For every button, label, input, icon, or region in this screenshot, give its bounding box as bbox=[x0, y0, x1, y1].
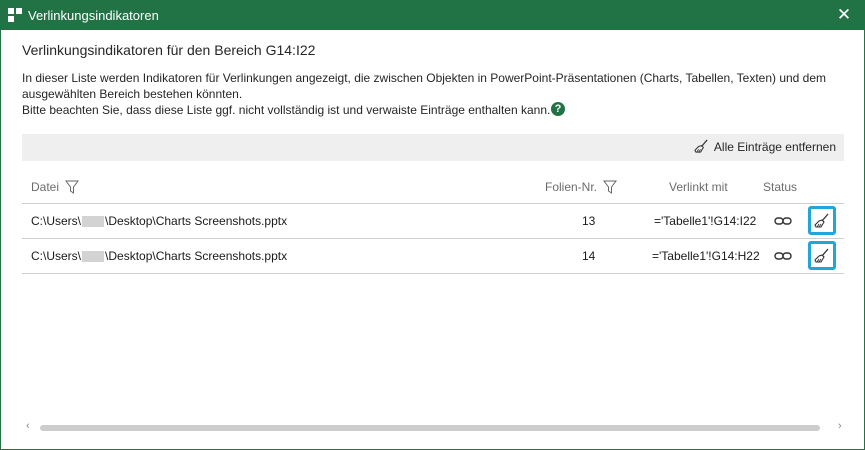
description-line-2: ausgewählten Bereich bestehen könnten. bbox=[22, 87, 243, 101]
scrollbar-thumb[interactable] bbox=[40, 425, 820, 431]
redacted-username bbox=[82, 216, 105, 228]
broom-icon bbox=[814, 248, 829, 263]
horizontal-scrollbar[interactable]: ‹ › bbox=[22, 420, 844, 434]
delete-entry-button[interactable] bbox=[808, 206, 836, 235]
path-suffix: \Desktop\Charts Screenshots.pptx bbox=[105, 249, 288, 263]
column-label-status: Status bbox=[763, 180, 798, 194]
redacted-username bbox=[82, 251, 105, 263]
toolbar: Alle Einträge entfernen bbox=[22, 134, 844, 161]
description-line-1: In dieser Liste werden Indikatoren für V… bbox=[22, 71, 827, 85]
file-path-cell: C:\Users\ \Desktop\Charts Screenshots.ppt… bbox=[31, 214, 287, 228]
filter-icon[interactable] bbox=[65, 180, 80, 194]
table-row[interactable]: C:\Users\ \Desktop\Charts Screenshots.ppt… bbox=[22, 239, 844, 274]
column-header-status: Status bbox=[763, 180, 797, 194]
column-label-linked: Verlinkt mit bbox=[669, 180, 728, 194]
close-icon[interactable]: ✕ bbox=[834, 5, 854, 25]
delete-entry-button[interactable] bbox=[808, 241, 836, 270]
path-suffix: \Desktop\Charts Screenshots.pptx bbox=[105, 214, 288, 228]
slide-number-cell: 13 bbox=[582, 214, 596, 228]
app-icon bbox=[8, 8, 22, 22]
title-bar: Verlinkungsindikatoren ✕ bbox=[1, 1, 864, 30]
table-row[interactable]: C:\Users\ \Desktop\Charts Screenshots.ppt… bbox=[22, 204, 844, 239]
column-header-linked: Verlinkt mit bbox=[669, 180, 728, 194]
link-icon bbox=[774, 252, 792, 260]
path-prefix: C:\Users\ bbox=[31, 249, 82, 263]
slide-number-cell: 14 bbox=[582, 249, 596, 263]
remove-all-label: Alle Einträge entfernen bbox=[713, 139, 836, 154]
broom-icon bbox=[694, 139, 708, 153]
column-header-slide[interactable]: Folien-Nr. bbox=[545, 180, 618, 194]
broom-icon bbox=[814, 213, 829, 228]
dialog-window: Verlinkungsindikatoren ✕ Verlinkungsindi… bbox=[0, 0, 865, 450]
question-icon[interactable]: ? bbox=[551, 102, 565, 116]
column-header-file[interactable]: Datei bbox=[31, 180, 80, 194]
description-line-3: Bitte beachten Sie, dass diese Liste ggf… bbox=[22, 103, 551, 117]
path-prefix: C:\Users\ bbox=[31, 214, 82, 228]
page-title: Verlinkungsindikatoren für den Bereich G… bbox=[22, 42, 316, 58]
remove-all-button[interactable]: Alle Einträge entfernen bbox=[694, 139, 836, 154]
link-icon bbox=[774, 217, 792, 225]
linked-range-cell: ='Tabelle1'!G14:I22 bbox=[654, 214, 757, 228]
filter-icon[interactable] bbox=[603, 180, 618, 194]
table-header: Datei Folien-Nr. Verlinkt mit Status bbox=[22, 172, 844, 204]
description: In dieser Liste werden Indikatoren für V… bbox=[22, 70, 832, 118]
window-title: Verlinkungsindikatoren bbox=[28, 8, 159, 23]
file-path-cell: C:\Users\ \Desktop\Charts Screenshots.ppt… bbox=[31, 249, 287, 263]
scroll-right-icon[interactable]: › bbox=[838, 420, 842, 432]
column-label-file: Datei bbox=[31, 180, 60, 194]
scroll-left-icon[interactable]: ‹ bbox=[26, 420, 30, 432]
link-table: Datei Folien-Nr. Verlinkt mit Status C:\… bbox=[22, 172, 844, 274]
column-label-slide: Folien-Nr. bbox=[545, 180, 598, 194]
linked-range-cell: ='Tabelle1'!G14:H22 bbox=[652, 249, 760, 263]
